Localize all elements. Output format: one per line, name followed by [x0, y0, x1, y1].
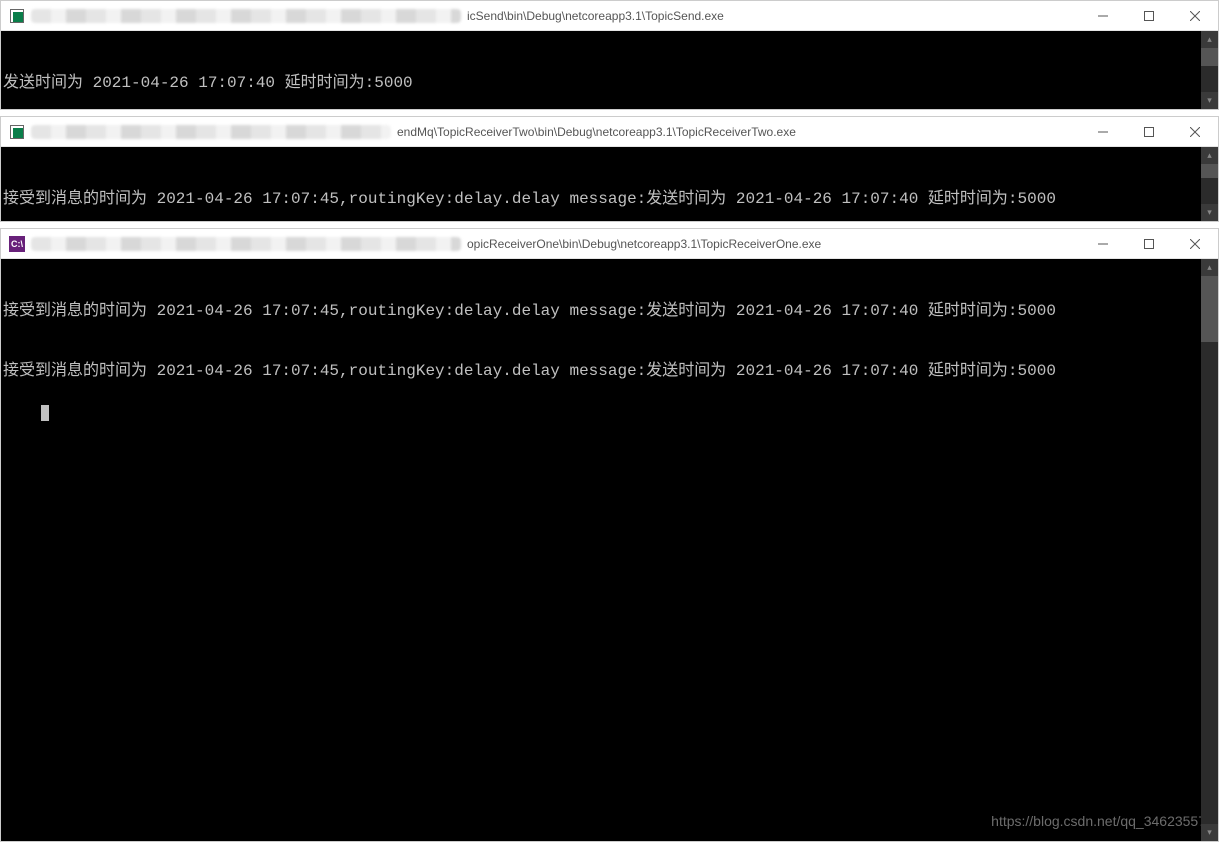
minimize-button[interactable]: [1080, 229, 1126, 259]
vertical-scrollbar[interactable]: ▴ ▾: [1201, 147, 1218, 221]
console-output[interactable]: 接受到消息的时间为 2021-04-26 17:07:45,routingKey…: [1, 259, 1218, 841]
scroll-up-button[interactable]: ▴: [1201, 31, 1218, 48]
console-window-topic-receiver-one: C:\ opicReceiverOne\bin\Debug\netcoreapp…: [0, 228, 1219, 842]
scroll-track[interactable]: [1201, 164, 1218, 204]
vertical-scrollbar[interactable]: ▴ ▾: [1201, 259, 1218, 841]
app-icon: C:\: [9, 236, 25, 252]
minimize-button[interactable]: [1080, 117, 1126, 147]
scroll-down-button[interactable]: ▾: [1201, 204, 1218, 221]
vertical-scrollbar[interactable]: ▴ ▾: [1201, 31, 1218, 109]
minimize-button[interactable]: [1080, 1, 1126, 31]
scroll-thumb[interactable]: [1201, 276, 1218, 342]
scroll-up-button[interactable]: ▴: [1201, 147, 1218, 164]
scroll-down-button[interactable]: ▾: [1201, 92, 1218, 109]
console-line: 接受到消息的时间为 2021-04-26 17:07:45,routingKey…: [3, 301, 1218, 321]
scroll-up-button[interactable]: ▴: [1201, 259, 1218, 276]
console-line: 接受到消息的时间为 2021-04-26 17:07:45,routingKey…: [3, 189, 1218, 209]
window-title: opicReceiverOne\bin\Debug\netcoreapp3.1\…: [467, 237, 821, 251]
app-icon: [9, 8, 25, 24]
titlebar[interactable]: C:\ opicReceiverOne\bin\Debug\netcoreapp…: [1, 229, 1218, 259]
window-title: endMq\TopicReceiverTwo\bin\Debug\netcore…: [397, 125, 796, 139]
maximize-button[interactable]: [1126, 117, 1172, 147]
scroll-thumb[interactable]: [1201, 48, 1218, 66]
window-title: icSend\bin\Debug\netcoreapp3.1\TopicSend…: [467, 9, 724, 23]
window-controls: [1080, 1, 1218, 31]
maximize-button[interactable]: [1126, 1, 1172, 31]
scroll-down-button[interactable]: ▾: [1201, 824, 1218, 841]
maximize-button[interactable]: [1126, 229, 1172, 259]
window-controls: [1080, 229, 1218, 259]
window-controls: [1080, 117, 1218, 147]
console-line: 接受到消息的时间为 2021-04-26 17:07:45,routingKey…: [3, 361, 1218, 381]
title-redacted: [31, 9, 461, 23]
console-output[interactable]: 接受到消息的时间为 2021-04-26 17:07:45,routingKey…: [1, 147, 1218, 221]
close-button[interactable]: [1172, 117, 1218, 147]
console-window-topic-receiver-two: endMq\TopicReceiverTwo\bin\Debug\netcore…: [0, 116, 1219, 222]
scroll-track[interactable]: [1201, 48, 1218, 92]
titlebar[interactable]: icSend\bin\Debug\netcoreapp3.1\TopicSend…: [1, 1, 1218, 31]
close-button[interactable]: [1172, 229, 1218, 259]
console-window-topic-send: icSend\bin\Debug\netcoreapp3.1\TopicSend…: [0, 0, 1219, 110]
console-output[interactable]: 发送时间为 2021-04-26 17:07:40 延时时间为:5000 发送时…: [1, 31, 1218, 109]
scroll-thumb[interactable]: [1201, 164, 1218, 178]
app-icon: [9, 124, 25, 140]
watermark: https://blog.csdn.net/qq_34623557: [991, 811, 1206, 831]
console-line: 发送时间为 2021-04-26 17:07:40 延时时间为:5000: [3, 73, 1218, 93]
title-redacted: [31, 237, 461, 251]
close-button[interactable]: [1172, 1, 1218, 31]
scroll-track[interactable]: [1201, 276, 1218, 824]
title-redacted: [31, 125, 391, 139]
text-cursor: [41, 405, 49, 421]
titlebar[interactable]: endMq\TopicReceiverTwo\bin\Debug\netcore…: [1, 117, 1218, 147]
